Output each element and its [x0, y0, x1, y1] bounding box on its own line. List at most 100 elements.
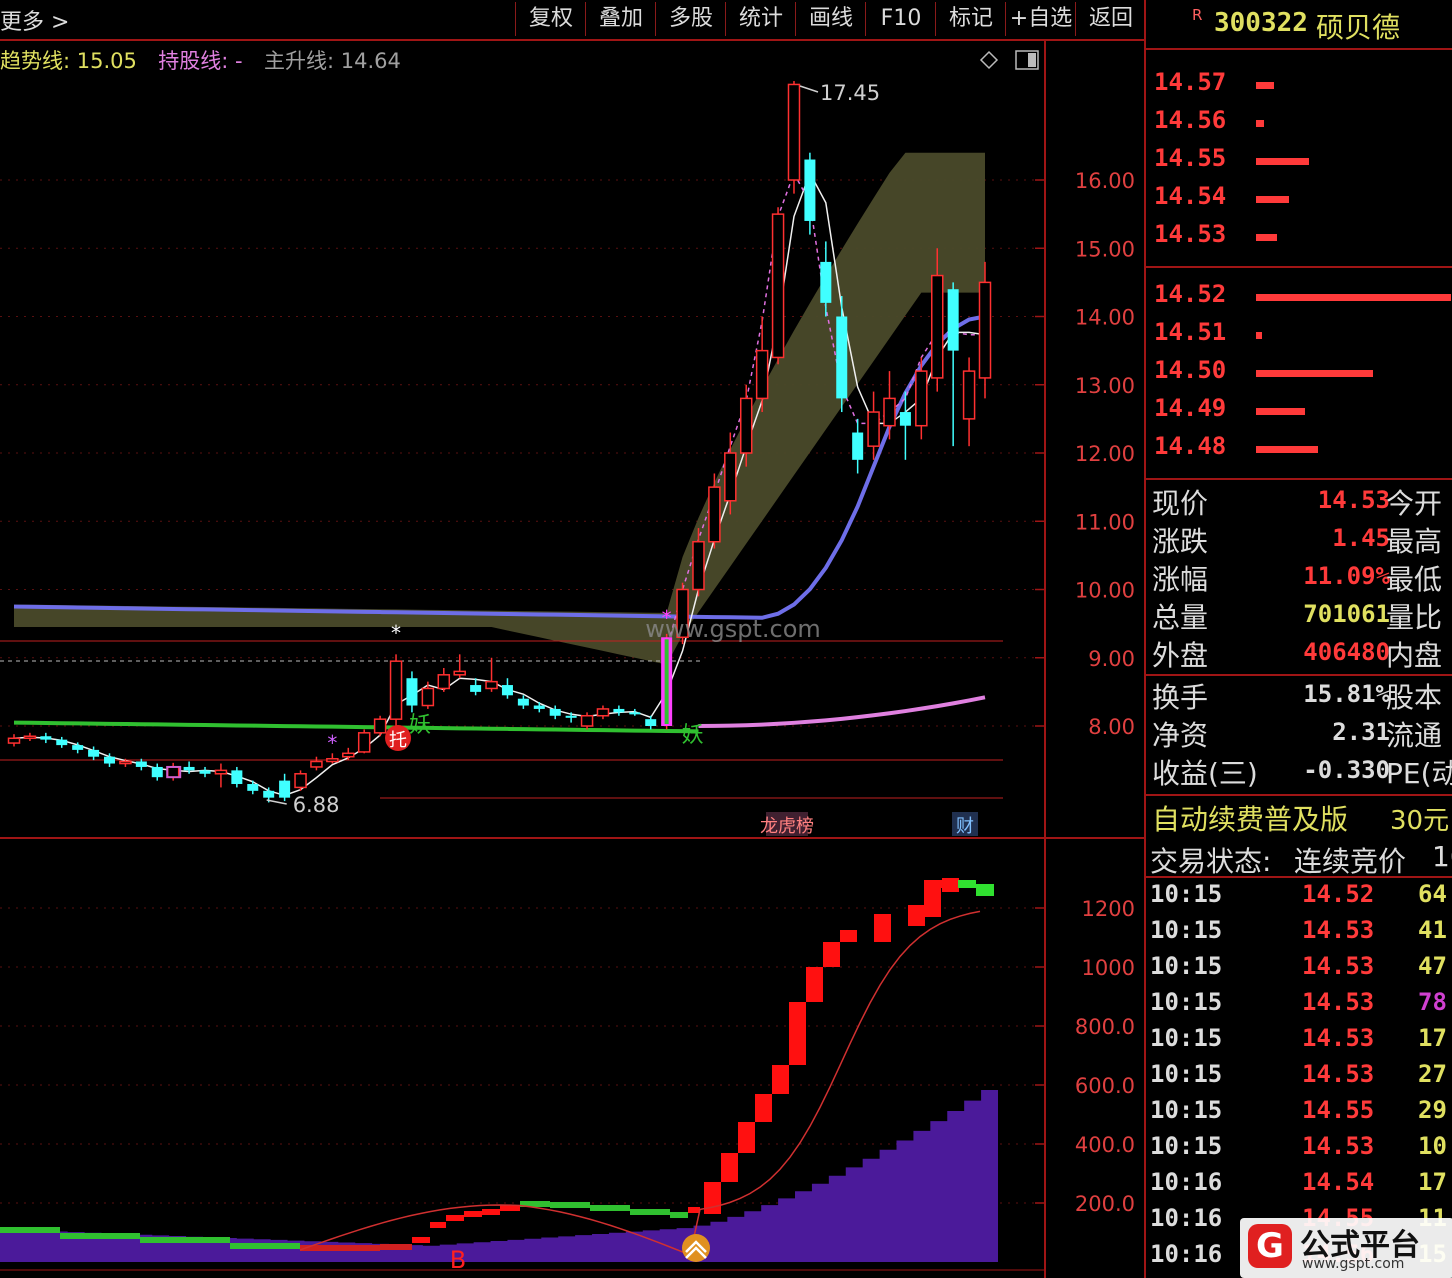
quote-label: 总量: [1152, 601, 1209, 634]
indicator-top-green-2: [976, 884, 994, 896]
quote-panel: R 300322 硕贝德 14.57 14.56 14.55 14.54 14.53 14…: [1146, 0, 1452, 1278]
quote-label-right: 内盘: [1386, 639, 1443, 672]
candle-body-up: [373, 718, 387, 734]
promo-text: 自动续费普及版: [1152, 803, 1349, 836]
brand-logo-icon: G: [1248, 1224, 1292, 1268]
header-divider: [1146, 48, 1452, 50]
tick-time: 10:15: [1150, 1132, 1223, 1160]
low-price-marker: 6.88: [293, 793, 340, 817]
candle-body-up: [724, 452, 737, 502]
candle: [533, 702, 545, 713]
candle: [373, 715, 387, 737]
tick-volume: 41: [1418, 916, 1447, 944]
candle-body-down: [263, 790, 275, 798]
candle: [962, 357, 976, 447]
candle-body-down: [135, 761, 147, 767]
finance-badge: 财: [952, 812, 978, 837]
candle: [883, 371, 896, 440]
candle: [485, 657, 498, 692]
candle-body-up: [978, 281, 992, 379]
candle-body-up: [485, 680, 498, 690]
candle: [978, 261, 992, 399]
quote-value: 2.31: [1332, 718, 1390, 746]
candle-body-down: [199, 770, 211, 774]
promo-price: 30元: [1390, 806, 1450, 836]
tick-time: 10:15: [1150, 988, 1223, 1016]
diamond-icon: [979, 50, 999, 70]
trade-status-label: 交易状态:: [1150, 845, 1272, 878]
candle-body-down: [804, 159, 816, 221]
candle-body-down: [517, 698, 529, 706]
tick-price: 14.55: [1302, 1096, 1375, 1124]
candle-body-up: [7, 737, 21, 744]
candle-body-down: [183, 766, 195, 771]
price-axis-label: 11.00: [1075, 510, 1135, 534]
price-axis-label: 12.00: [1075, 442, 1135, 466]
price-axis-label: 16.00: [1075, 169, 1135, 193]
candle: [501, 678, 513, 699]
candle: [470, 678, 482, 696]
tick-time: 10:15: [1150, 952, 1223, 980]
candle-body-down: [549, 708, 561, 716]
tick-volume: 17: [1418, 1024, 1447, 1052]
tick-price: 14.53: [1302, 952, 1375, 980]
tick-price: 14.53: [1302, 916, 1375, 944]
indicator-rise-block: [755, 1094, 772, 1122]
candle: [661, 633, 673, 730]
orderbook-divider: [1146, 478, 1452, 480]
candle: [342, 747, 355, 761]
quote-value: 15.81%: [1303, 680, 1390, 708]
tick-time: 10:15: [1150, 1024, 1223, 1052]
tick-volume: 10: [1418, 1132, 1447, 1160]
candle-body-up: [326, 758, 339, 763]
trade-status-value: 连续竞价: [1294, 845, 1407, 878]
candle: [357, 729, 371, 754]
candle-body-up: [294, 773, 307, 789]
trade-status: 交易状态: 连续竞价 10: [1146, 838, 1452, 878]
candle-body-down: [613, 708, 625, 713]
tick-price: 14.52: [1302, 880, 1375, 908]
candle-body-up: [930, 274, 944, 379]
candle: [437, 667, 451, 692]
tick-time: 10:15: [1150, 1096, 1223, 1124]
indicator-rise-block: [924, 880, 941, 917]
tick-time: 10:15: [1150, 1060, 1223, 1088]
candle-body-down: [40, 736, 52, 740]
indicator-rise-block: [738, 1122, 755, 1153]
indicator-step: [630, 1209, 670, 1215]
candle-body-down: [836, 316, 848, 399]
status-divider: [1146, 876, 1452, 878]
finance-badge-label: 财: [956, 816, 974, 837]
stats-divider: [1146, 794, 1452, 796]
indicator-rise-block: [704, 1182, 721, 1214]
candle-body-down: [629, 712, 641, 715]
candle: [787, 81, 801, 194]
candle-body-up: [23, 735, 37, 740]
candle-body-up: [437, 674, 451, 690]
candle: [517, 695, 529, 709]
tick-time: 10:15: [1150, 880, 1223, 908]
candle: [135, 758, 147, 771]
candle-body-up: [342, 752, 355, 758]
candle: [23, 732, 37, 742]
candle: [406, 671, 418, 713]
candle: [389, 654, 403, 726]
sub-axis-label: 600.0: [1075, 1074, 1135, 1098]
ranking-badge-label: 龙虎榜: [760, 816, 814, 837]
candle: [199, 766, 211, 778]
tick-price: 14.54: [1302, 1168, 1375, 1196]
indicator-rise-block: [840, 930, 857, 942]
promo-banner[interactable]: 自动续费普及版 30元: [1146, 796, 1452, 836]
quote-divider: [1146, 674, 1452, 676]
price-axis-label: 9.00: [1088, 647, 1135, 671]
candle: [771, 207, 785, 365]
tick-volume: 17: [1418, 1168, 1447, 1196]
candle: [867, 391, 880, 460]
candle: [629, 708, 641, 716]
star-marker-purple: *: [327, 731, 337, 755]
indicator-step: [482, 1209, 500, 1215]
sub-axis-label: 1000: [1082, 956, 1135, 980]
kline-chart[interactable]: 16.00 15.00 14.00 13.00 12.00 11.00 10.00 9.00 8…: [0, 0, 1146, 1278]
candle: [804, 152, 816, 235]
tick-volume: 27: [1418, 1060, 1447, 1088]
